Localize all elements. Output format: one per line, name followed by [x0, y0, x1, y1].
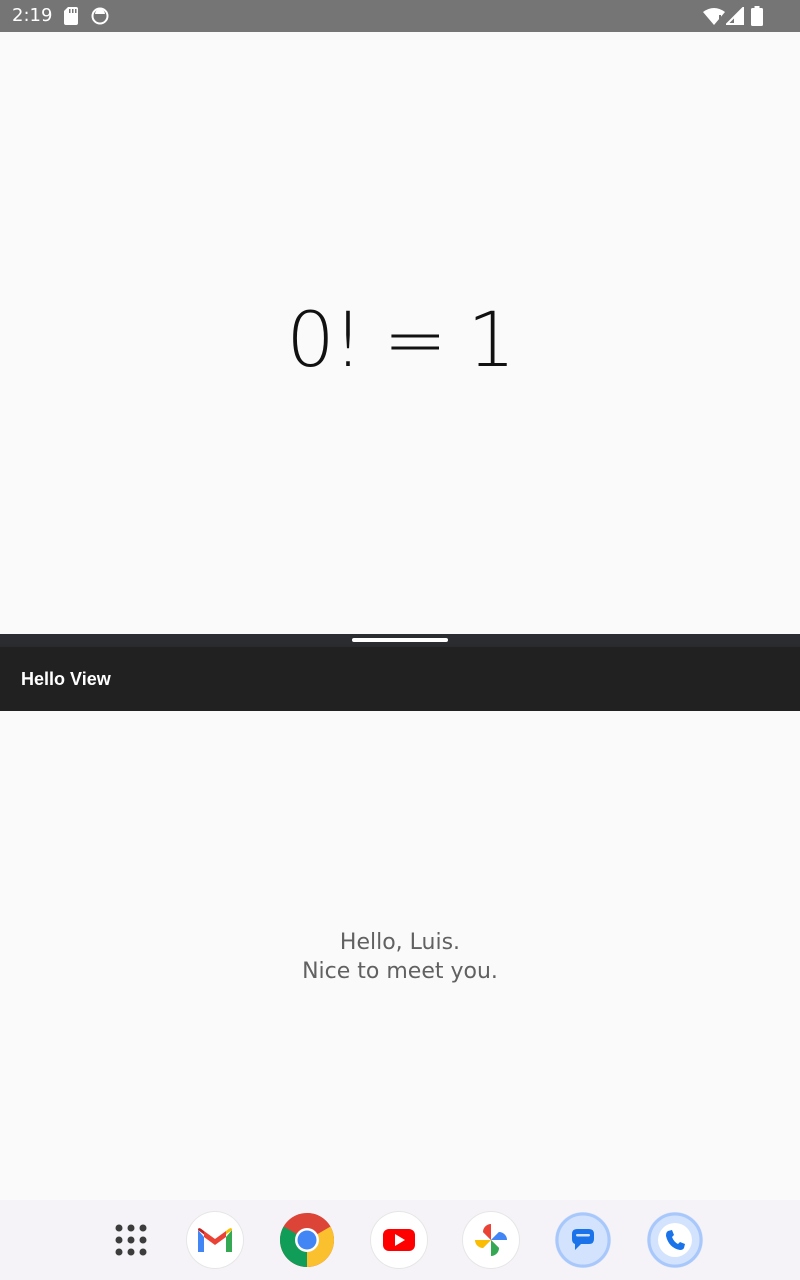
screen: 2:19 0! = 1 Hello View Hello, Luis. Nice… — [0, 0, 800, 1280]
sd-card-icon — [64, 7, 78, 30]
factorial-result: 0! = 1 — [286, 295, 515, 384]
sync-icon — [91, 7, 109, 30]
battery-icon — [751, 6, 763, 31]
youtube-icon[interactable] — [371, 1212, 427, 1268]
photos-icon[interactable] — [463, 1212, 519, 1268]
split-screen-divider[interactable] — [0, 634, 800, 647]
status-bar: 2:19 — [0, 0, 800, 32]
wifi-icon — [703, 7, 725, 30]
apps-icon[interactable] — [103, 1212, 159, 1268]
status-time: 2:19 — [12, 5, 53, 26]
top-app-pane: 0! = 1 — [0, 32, 800, 634]
app-bar-title: Hello View — [21, 669, 111, 689]
messages-icon[interactable] — [555, 1212, 611, 1268]
divider-handle[interactable] — [352, 638, 448, 642]
app-bar: Hello View — [0, 647, 800, 711]
chrome-icon[interactable] — [279, 1212, 335, 1268]
taskbar-dock — [0, 1200, 800, 1280]
gmail-icon[interactable] — [187, 1212, 243, 1268]
greeting-line-2: Nice to meet you. — [302, 959, 498, 984]
bottom-app-pane: Hello, Luis. Nice to meet you. — [0, 711, 800, 1200]
signal-icon — [724, 5, 744, 30]
phone-icon[interactable] — [647, 1212, 703, 1268]
greeting-line-1: Hello, Luis. — [339, 930, 461, 955]
greeting-message: Hello, Luis. Nice to meet you. — [0, 928, 800, 986]
